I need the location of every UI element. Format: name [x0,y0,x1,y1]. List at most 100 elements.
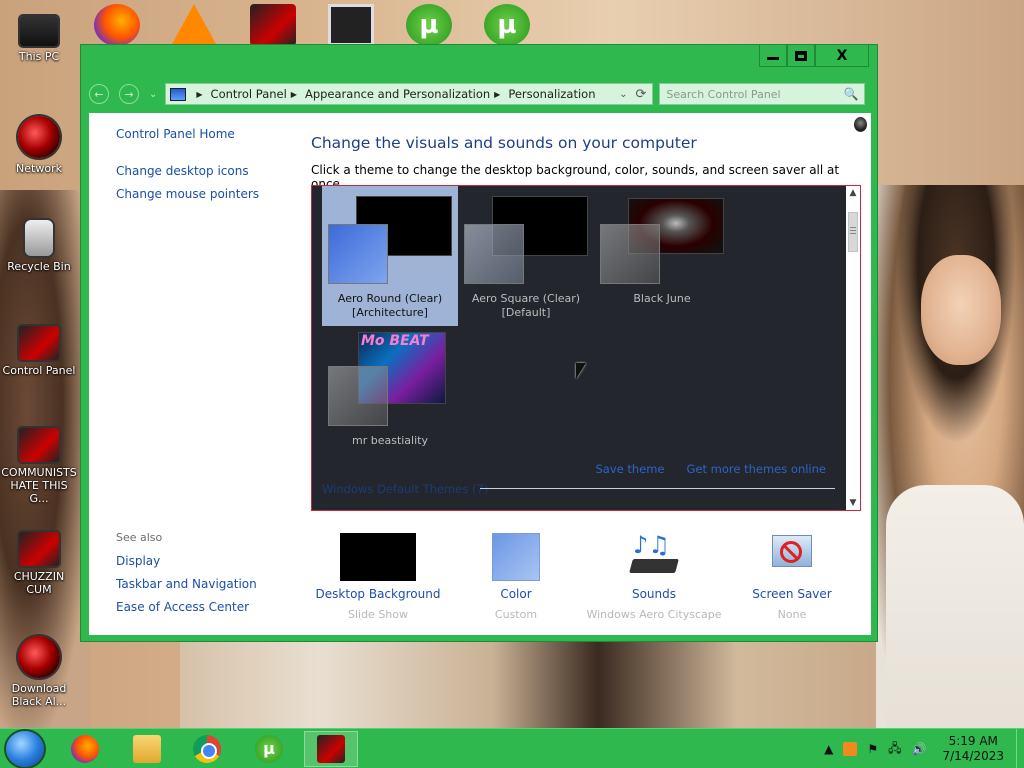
wallpaper-bottom [180,642,876,730]
theme-gallery: Aero Round (Clear) [Architecture] Aero S… [311,185,861,511]
minimize-icon [767,57,779,60]
setting-sub: None [777,608,807,621]
theme-sub: [Architecture] [352,306,428,319]
sidebar-link-mouse-pointers[interactable]: Change mouse pointers [116,187,259,201]
desktop-icon-label: Network [16,162,62,175]
desktop-icon-communists[interactable]: COMMUNISTS HATE THIS G... [0,428,78,505]
desktop-icon-label: COMMUNISTS HATE THIS G... [1,466,77,505]
sidebar-link-desktop-icons[interactable]: Change desktop icons [116,164,259,178]
scroll-thumb[interactable] [848,212,858,252]
desktop-icon-this-pc[interactable]: This PC [0,10,78,63]
sounds-icon: ♪♫ [629,533,679,581]
theme-color-preview [464,224,524,284]
system-tray: ▲ ⚑ 🖧 🔊 5:19 AM 7/14/2023 [824,729,1024,768]
save-theme-link[interactable]: Save theme [595,462,664,476]
search-input[interactable]: Search Control Panel [666,88,780,101]
game-desktop-icon[interactable] [250,4,296,46]
clock[interactable]: 5:19 AM 7/14/2023 [942,734,1004,764]
breadcrumb-control-panel[interactable]: Control Panel [211,87,287,101]
firefox-desktop-icon[interactable] [94,4,140,46]
taskbar-file-explorer[interactable] [120,731,174,767]
theme-caption: Black June [594,292,730,306]
see-also-ease-of-access[interactable]: Ease of Access Center [116,600,257,614]
control-panel-icon [170,87,187,101]
show-desktop-button[interactable] [1016,729,1024,768]
desktop-icon-download[interactable]: Download Black Al... [0,636,78,708]
vlc-desktop-icon[interactable] [172,4,216,44]
show-hidden-icons-chevron-icon[interactable]: ▲ [824,742,833,756]
start-button[interactable] [6,731,44,767]
personalization-window: X ← → ⌄ ▶ Control Panel ▶ Appearance and… [80,44,878,642]
desktop-icon-network[interactable]: Network [0,116,78,175]
recent-pages-button[interactable]: ⌄ [149,89,157,100]
utorrent-desktop-icon-2[interactable]: µ [484,4,530,46]
breadcrumb-separator[interactable]: ▶ [196,90,202,99]
search-box[interactable]: Search Control Panel 🔍 [659,83,866,105]
search-icon[interactable]: 🔍 [843,87,858,101]
maze-desktop-icon[interactable] [328,4,374,46]
theme-black-june[interactable]: Black June [594,186,730,326]
desktop-background-icon [340,533,416,581]
taskbar-control-panel[interactable] [304,731,358,767]
desktop-icon-chuzzin[interactable]: CHUZZIN CUM [0,532,78,596]
scroll-down-icon[interactable]: ▼ [846,496,860,510]
setting-sub: Custom [494,608,538,621]
taskbar-firefox[interactable] [58,731,112,767]
back-button[interactable]: ← [89,84,109,104]
theme-sub: [Default] [501,306,551,319]
windows-default-themes-header[interactable]: Windows Default Themes (7) [322,482,488,496]
desktop-icon-label: Download Black Al... [11,682,67,708]
sounds-setting[interactable]: ♪♫ Sounds Windows Aero Cityscape [579,533,729,621]
forward-button[interactable]: → [119,84,139,104]
theme-art-title: Mo BEAT [361,333,429,349]
setting-title: Screen Saver [752,587,832,601]
address-bar[interactable]: ▶ Control Panel ▶ Appearance and Persona… [165,83,654,105]
color-setting[interactable]: Color Custom [441,533,591,621]
theme-scrollbar[interactable]: ▲ ▼ [846,186,860,510]
see-also-label: See also [116,531,163,544]
desktop-icon-label: This PC [18,50,60,63]
get-more-themes-link[interactable]: Get more themes online [687,462,826,476]
breadcrumb-appearance[interactable]: Appearance and Personalization [305,87,490,101]
desktop-background-setting[interactable]: Desktop Background Slide Show [303,533,453,621]
see-also-display[interactable]: Display [116,554,257,568]
action-center-flag-icon[interactable]: ⚑ [867,742,878,756]
setting-title: Desktop Background [315,587,441,601]
theme-color-preview [600,224,660,284]
navigation-bar: ← → ⌄ ▶ Control Panel ▶ Appearance and P… [89,81,871,107]
breadcrumb-personalization[interactable]: Personalization [508,87,595,101]
theme-caption: Aero Square (Clear) [Default] [458,292,594,320]
theme-mr-beastiality[interactable]: Mo BEAT mr beastiality [322,328,458,468]
maximize-button[interactable] [787,45,815,67]
tray-app-icon[interactable] [843,742,858,756]
sidebar-link-home[interactable]: Control Panel Home [116,127,259,141]
wallpaper-dress [886,485,1024,730]
mouse-cursor-icon [576,363,586,379]
taskbar-chrome[interactable] [180,731,234,767]
minimize-button[interactable] [759,45,787,67]
volume-icon[interactable]: 🔊 [912,742,927,756]
breadcrumb-separator[interactable]: ▶ [494,90,500,99]
desktop-icon-recycle-bin[interactable]: Recycle Bin [0,220,78,273]
network-icon[interactable]: 🖧 [888,739,901,760]
desktop-icon-label: CHUZZIN CUM [13,570,65,596]
color-icon [492,533,540,581]
window-controls: X [759,45,869,67]
theme-settings-bar: Desktop Background Slide Show Color Cust… [311,531,861,635]
refresh-icon[interactable]: ⟳ [635,87,646,102]
control-panel-icon [317,735,345,763]
screen-saver-setting[interactable]: Screen Saver None [717,533,867,621]
taskbar: µ ▲ ⚑ 🖧 🔊 5:19 AM 7/14/2023 [0,728,1024,768]
scroll-up-icon[interactable]: ▲ [846,186,860,200]
clock-date: 7/14/2023 [942,749,1004,763]
desktop-icon-label: Control Panel [2,364,76,377]
utorrent-desktop-icon[interactable]: µ [406,4,452,46]
breadcrumb-separator[interactable]: ▶ [291,90,297,99]
desktop-icon-control-panel[interactable]: Control Panel [0,326,78,377]
taskbar-utorrent[interactable]: µ [242,731,296,767]
chevron-down-icon[interactable]: ⌄ [619,89,627,100]
theme-aero-square[interactable]: Aero Square (Clear) [Default] [458,186,594,326]
see-also-taskbar[interactable]: Taskbar and Navigation [116,577,257,591]
close-button[interactable]: X [815,45,869,67]
theme-aero-round[interactable]: Aero Round (Clear) [Architecture] [322,186,458,326]
